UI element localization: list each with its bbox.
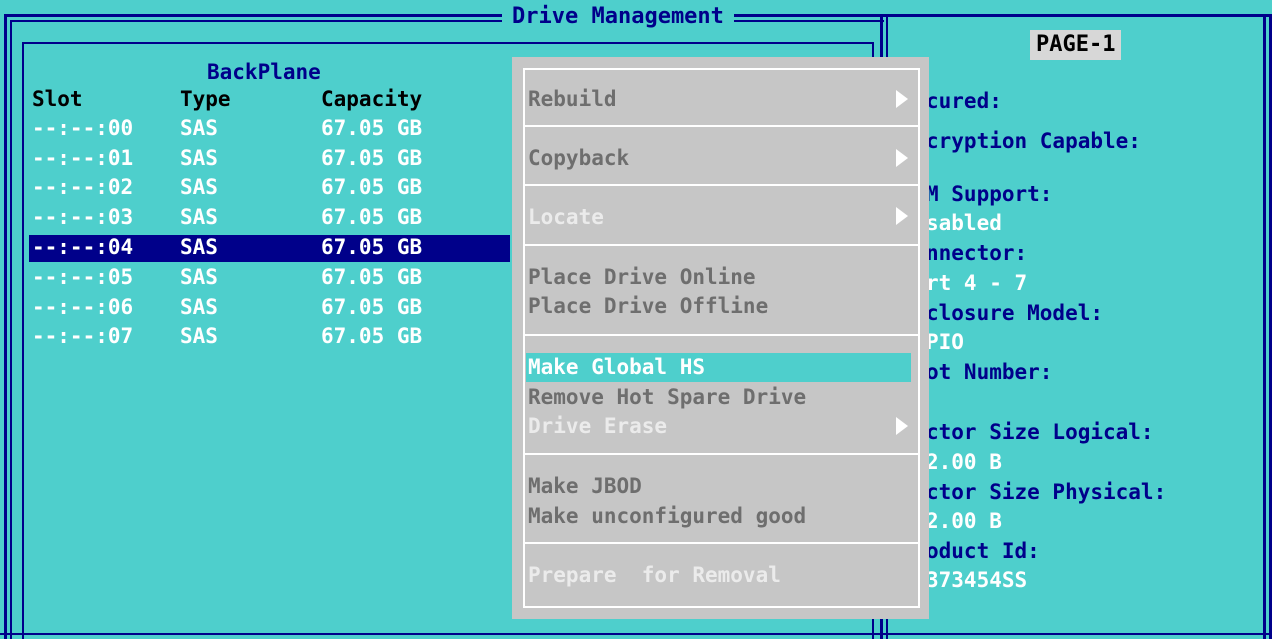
column-header-slot: Slot <box>32 87 83 111</box>
outer-frame-top-2 <box>10 20 884 22</box>
bottom-line <box>0 633 1272 635</box>
menu-item-make-global-hs[interactable]: Make Global HS <box>526 353 911 382</box>
backplane-frame-left <box>22 42 24 639</box>
menu-item-place-offline[interactable]: Place Drive Offline <box>528 292 768 321</box>
menu-separator <box>523 244 920 246</box>
property-value: sabled <box>926 211 1002 235</box>
menu-item-make-jbod[interactable]: Make JBOD <box>528 472 642 501</box>
row-type: SAS <box>180 235 218 259</box>
row-type: SAS <box>180 265 218 289</box>
row-capacity: 67.05 GB <box>321 235 423 259</box>
property-line: cryption Capable: <box>926 129 1141 153</box>
outer-frame-right-1 <box>1263 14 1266 639</box>
page-indicator: PAGE-1 <box>1030 30 1122 60</box>
backplane-header: BackPlane <box>207 60 321 84</box>
row-slot: --:--:03 <box>32 205 134 229</box>
property-value: rt 4 - 7 <box>926 271 1028 295</box>
row-capacity: 67.05 GB <box>321 265 423 289</box>
property-line: nnector: <box>926 241 1028 265</box>
column-header-capacity: Capacity <box>321 87 423 111</box>
window-title: Drive Management <box>502 2 734 32</box>
row-type: SAS <box>180 116 218 140</box>
menu-separator <box>523 453 920 455</box>
row-capacity: 67.05 GB <box>321 116 423 140</box>
property-line: cured: <box>926 89 1002 113</box>
submenu-arrow-icon <box>896 149 908 167</box>
outer-frame-left-1 <box>4 14 7 639</box>
row-slot: --:--:04 <box>32 235 134 259</box>
row-slot: --:--:01 <box>32 146 134 170</box>
property-value: 2.00 B <box>926 450 1002 474</box>
menu-separator <box>523 334 920 336</box>
menu-item-make-unconfigured-good[interactable]: Make unconfigured good <box>528 502 806 531</box>
menu-item-place-online[interactable]: Place Drive Online <box>528 263 756 292</box>
row-type: SAS <box>180 146 218 170</box>
submenu-arrow-icon <box>896 417 908 435</box>
property-line: ot Number: <box>926 360 1053 384</box>
backplane-frame-top <box>22 42 874 44</box>
row-type: SAS <box>180 175 218 199</box>
outer-frame-left-2 <box>10 20 12 639</box>
menu-item-remove-hot-spare[interactable]: Remove Hot Spare Drive <box>528 383 806 412</box>
row-capacity: 67.05 GB <box>321 146 423 170</box>
menu-item-prepare-for-removal[interactable]: Prepare for Removal <box>528 561 781 590</box>
property-line: oduct Id: <box>926 539 1040 563</box>
menu-item-rebuild[interactable]: Rebuild <box>528 85 617 114</box>
row-capacity: 67.05 GB <box>321 324 423 348</box>
menu-separator <box>523 125 920 127</box>
menu-item-locate[interactable]: Locate <box>528 203 604 232</box>
row-slot: --:--:06 <box>32 295 134 319</box>
property-line: closure Model: <box>926 301 1104 325</box>
menu-separator <box>523 542 920 544</box>
submenu-arrow-icon <box>896 207 908 225</box>
property-value: PIO <box>926 330 964 354</box>
row-type: SAS <box>180 295 218 319</box>
property-value: 2.00 B <box>926 509 1002 533</box>
property-line: M Support: <box>926 182 1053 206</box>
row-type: SAS <box>180 324 218 348</box>
property-line: ctor Size Physical: <box>926 480 1167 504</box>
row-capacity: 67.05 GB <box>321 205 423 229</box>
row-capacity: 67.05 GB <box>321 175 423 199</box>
menu-separator <box>523 184 920 186</box>
column-header-type: Type <box>180 87 231 111</box>
row-slot: --:--:05 <box>32 265 134 289</box>
property-value: 373454SS <box>926 568 1028 592</box>
row-slot: --:--:02 <box>32 175 134 199</box>
row-capacity: 67.05 GB <box>321 295 423 319</box>
row-slot: --:--:00 <box>32 116 134 140</box>
menu-item-copyback[interactable]: Copyback <box>528 144 629 173</box>
submenu-arrow-icon <box>896 90 908 108</box>
drive-operations-menu: Rebuild Copyback Locate Place Drive Onli… <box>512 57 929 619</box>
row-slot: --:--:07 <box>32 324 134 348</box>
row-type: SAS <box>180 205 218 229</box>
menu-item-drive-erase[interactable]: Drive Erase <box>528 412 667 441</box>
property-line: ctor Size Logical: <box>926 420 1154 444</box>
